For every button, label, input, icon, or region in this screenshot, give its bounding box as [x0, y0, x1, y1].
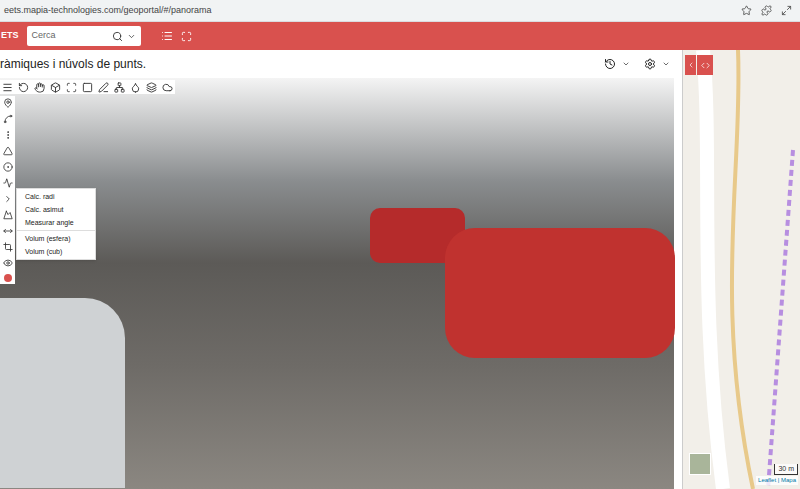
list-icon[interactable]	[161, 30, 173, 42]
tool-icon[interactable]	[3, 242, 13, 252]
collapse-tab[interactable]	[685, 55, 696, 75]
title-row: ràmiques i núvols de punts.	[0, 50, 682, 78]
tool-icon[interactable]	[3, 258, 13, 268]
app: eets.mapia-technologies.com/geoportal/#/…	[0, 0, 800, 489]
map-panel[interactable]: 30 mLeaflet | Mapa	[682, 50, 800, 489]
measure-menu: Calc. radiCalc. asimutMeasurar angle Volu…	[16, 188, 96, 260]
layer-thumb[interactable]	[689, 453, 711, 475]
menu-item[interactable]: Measurar angle	[17, 216, 95, 229]
tool-icon[interactable]	[2, 82, 13, 93]
brand: ETS	[0, 29, 19, 43]
tool-icon[interactable]	[34, 82, 45, 93]
dropdown-icon[interactable]	[127, 32, 136, 41]
badge	[4, 274, 12, 282]
tool-icon[interactable]	[3, 98, 13, 108]
gear-icon[interactable]	[644, 58, 656, 70]
search-field[interactable]: Cerca	[27, 26, 141, 46]
menu-item[interactable]: Calc. radi	[17, 190, 95, 203]
top-toolbar	[0, 80, 175, 94]
panorama-viewer[interactable]: Calc. radiCalc. asimutMeasurar angle Volu…	[0, 78, 674, 489]
tool-icon[interactable]	[3, 146, 13, 156]
toggle-tab[interactable]	[697, 55, 713, 75]
page-title: ràmiques i núvols de punts.	[0, 55, 146, 73]
menu-item[interactable]: Volum (cub)	[17, 245, 95, 258]
tool-icon[interactable]	[3, 130, 13, 140]
menu-separator	[17, 230, 95, 231]
history-icon[interactable]	[604, 58, 616, 70]
tool-icon[interactable]	[50, 82, 61, 93]
map-roads-icon	[683, 50, 800, 489]
tool-icon[interactable]	[3, 162, 13, 172]
tool-icon[interactable]	[3, 194, 13, 204]
tool-icon[interactable]	[3, 178, 13, 188]
map-attribution: Leaflet | Mapa	[756, 476, 798, 485]
tool-icon[interactable]	[82, 82, 93, 93]
address-bar[interactable]: eets.mapia-technologies.com/geoportal/#/…	[0, 4, 212, 18]
fullscreen-icon[interactable]	[181, 31, 192, 42]
tool-icon[interactable]	[18, 82, 29, 93]
menu-item[interactable]: Volum (esfera)	[17, 232, 95, 245]
window-icon[interactable]	[781, 5, 792, 16]
browser-bar: eets.mapia-technologies.com/geoportal/#/…	[0, 0, 800, 22]
search-icon[interactable]	[112, 31, 123, 42]
tool-icon[interactable]	[66, 82, 77, 93]
tool-icon[interactable]	[130, 82, 141, 93]
tool-icon[interactable]	[3, 210, 13, 220]
tool-icon[interactable]	[98, 82, 109, 93]
extension-icon[interactable]	[761, 5, 772, 16]
tool-icon[interactable]	[3, 114, 13, 124]
map-scale: 30 m	[774, 464, 798, 476]
tool-icon[interactable]	[114, 82, 125, 93]
side-toolbar	[0, 96, 15, 284]
tool-icon[interactable]	[162, 82, 173, 93]
app-header: ETS Cerca	[0, 22, 800, 50]
bookmark-icon[interactable]	[741, 5, 752, 16]
menu-item[interactable]: Calc. asimut	[17, 203, 95, 216]
tool-icon[interactable]	[3, 226, 13, 236]
tool-icon[interactable]	[146, 82, 157, 93]
